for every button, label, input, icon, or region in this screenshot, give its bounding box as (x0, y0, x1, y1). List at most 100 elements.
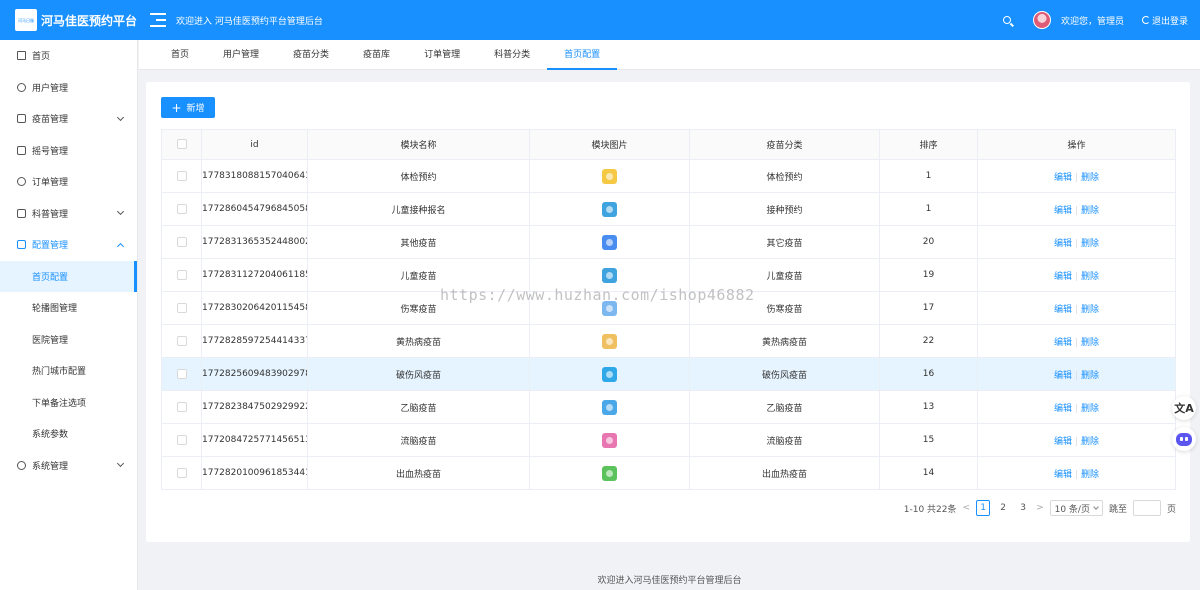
sidebar-item-system[interactable]: 系统管理 (0, 450, 137, 482)
delete-link[interactable]: 删除 (1081, 404, 1099, 414)
tab-users[interactable]: 用户管理 (206, 40, 276, 70)
edit-link[interactable]: 编辑 (1054, 173, 1072, 183)
tab-science-category[interactable]: 科普分类 (477, 40, 547, 70)
row-checkbox[interactable] (176, 170, 187, 181)
add-button[interactable]: + 新增 (161, 97, 215, 118)
sidebar-sub-home-config[interactable]: 首页配置 (0, 260, 137, 292)
row-checkbox[interactable] (176, 434, 187, 445)
sidebar-item-orders[interactable]: 订单管理 (0, 166, 137, 198)
sidebar-item-vaccine[interactable]: 疫苗管理 (0, 103, 137, 135)
delete-link[interactable]: 删除 (1081, 239, 1099, 249)
module-image-icon[interactable] (602, 201, 617, 217)
sidebar-sub-system-params[interactable]: 系统参数 (0, 418, 137, 450)
select-all-cell[interactable] (161, 129, 202, 160)
sidebar-item-science[interactable]: 科普管理 (0, 198, 137, 230)
delete-link[interactable]: 删除 (1081, 437, 1099, 447)
delete-link[interactable]: 删除 (1081, 371, 1099, 381)
logo[interactable]: 河马日服 河马佳医预约平台 (0, 9, 140, 31)
next-page-icon[interactable]: > (1036, 503, 1044, 513)
edit-link[interactable]: 编辑 (1054, 470, 1072, 480)
tab-vaccine-category[interactable]: 疫苗分类 (276, 40, 346, 70)
cell-name: 乙脑疫苗 (307, 390, 530, 424)
edit-link[interactable]: 编辑 (1054, 272, 1072, 282)
module-image-icon[interactable] (602, 432, 617, 448)
table-header-row: id 模块名称 模块图片 疫苗分类 排序 操作 (161, 129, 1176, 160)
sidebar-item-users[interactable]: 用户管理 (0, 72, 137, 104)
row-select-cell[interactable] (161, 423, 202, 457)
module-image-icon[interactable] (602, 333, 617, 349)
row-checkbox[interactable] (176, 236, 187, 247)
row-checkbox[interactable] (176, 302, 187, 313)
delete-link[interactable]: 删除 (1081, 173, 1099, 183)
module-image-icon[interactable] (602, 366, 617, 382)
row-select-cell[interactable] (161, 357, 202, 391)
add-button-label: 新增 (186, 104, 205, 114)
logout-label: 退出登录 (1151, 16, 1188, 27)
row-checkbox[interactable] (176, 368, 187, 379)
module-image-icon[interactable] (602, 300, 617, 316)
tab-home-config[interactable]: 首页配置 (547, 40, 618, 70)
row-select-cell[interactable] (161, 390, 202, 424)
edit-link[interactable]: 编辑 (1054, 206, 1072, 216)
cell-id: 1778318088157040641 (201, 159, 308, 193)
page-button-2[interactable]: 2 (996, 500, 1010, 516)
cell-name: 流脑疫苗 (307, 423, 530, 457)
page-button-3[interactable]: 3 (1016, 500, 1030, 516)
module-image-icon[interactable] (602, 267, 617, 283)
avatar[interactable] (1032, 11, 1051, 29)
search-icon[interactable] (1002, 16, 1011, 24)
delete-link[interactable]: 删除 (1081, 470, 1099, 480)
select-all-checkbox[interactable] (176, 139, 187, 150)
logout-button[interactable]: 退出登录 (1141, 14, 1188, 27)
module-image-icon[interactable] (602, 465, 617, 481)
module-image-icon[interactable] (602, 168, 617, 184)
edit-link[interactable]: 编辑 (1054, 239, 1072, 249)
jump-page-input[interactable] (1132, 500, 1161, 516)
module-image-icon[interactable] (602, 399, 617, 415)
cell-actions: 编辑 | 删除 (977, 258, 1176, 292)
assistant-bot-icon[interactable] (1172, 427, 1196, 451)
edit-link[interactable]: 编辑 (1054, 371, 1072, 381)
user-icon (17, 82, 26, 92)
prev-page-icon[interactable]: < (963, 503, 971, 513)
delete-link[interactable]: 删除 (1081, 272, 1099, 282)
edit-link[interactable]: 编辑 (1054, 305, 1072, 315)
delete-link[interactable]: 删除 (1081, 305, 1099, 315)
edit-link[interactable]: 编辑 (1054, 338, 1072, 348)
row-select-cell[interactable] (161, 324, 202, 358)
sidebar-sub-banner[interactable]: 轮播图管理 (0, 292, 137, 324)
page-button-1[interactable]: 1 (976, 500, 991, 516)
row-select-cell[interactable] (161, 192, 202, 226)
row-select-cell[interactable] (161, 159, 202, 193)
sidebar-sub-order-note[interactable]: 下单备注选项 (0, 387, 137, 419)
cell-name: 出血热疫苗 (307, 456, 530, 490)
cell-category: 儿童疫苗 (689, 258, 880, 292)
edit-link[interactable]: 编辑 (1054, 404, 1072, 414)
row-select-cell[interactable] (161, 456, 202, 490)
row-checkbox[interactable] (176, 467, 187, 478)
row-select-cell[interactable] (161, 258, 202, 292)
row-checkbox[interactable] (176, 203, 187, 214)
sidebar-sub-hospital[interactable]: 医院管理 (0, 324, 137, 356)
module-image-icon[interactable] (602, 234, 617, 250)
top-header: 河马日服 河马佳医预约平台 欢迎进入 河马佳医预约平台管理后台 欢迎您，管理员 … (0, 0, 1200, 40)
tab-orders[interactable]: 订单管理 (407, 40, 477, 70)
page-size-select[interactable]: 10 条/页 (1049, 500, 1103, 516)
row-select-cell[interactable] (161, 225, 202, 259)
tab-vaccine-library[interactable]: 疫苗库 (346, 40, 407, 70)
cell-id: 1772830206420115458 (201, 291, 308, 325)
delete-link[interactable]: 删除 (1081, 338, 1099, 348)
row-checkbox[interactable] (176, 335, 187, 346)
sidebar-item-lottery[interactable]: 摇号管理 (0, 135, 137, 167)
row-select-cell[interactable] (161, 291, 202, 325)
edit-link[interactable]: 编辑 (1054, 437, 1072, 447)
sidebar-sub-hot-city[interactable]: 热门城市配置 (0, 355, 137, 387)
translate-icon[interactable]: 文A (1172, 396, 1196, 420)
sidebar-item-home[interactable]: 首页 (0, 40, 137, 72)
tab-home[interactable]: 首页 (154, 40, 206, 70)
delete-link[interactable]: 删除 (1081, 206, 1099, 216)
sidebar-item-config[interactable]: 配置管理 (0, 229, 137, 261)
row-checkbox[interactable] (176, 401, 187, 412)
menu-fold-icon[interactable] (150, 13, 166, 27)
row-checkbox[interactable] (176, 269, 187, 280)
